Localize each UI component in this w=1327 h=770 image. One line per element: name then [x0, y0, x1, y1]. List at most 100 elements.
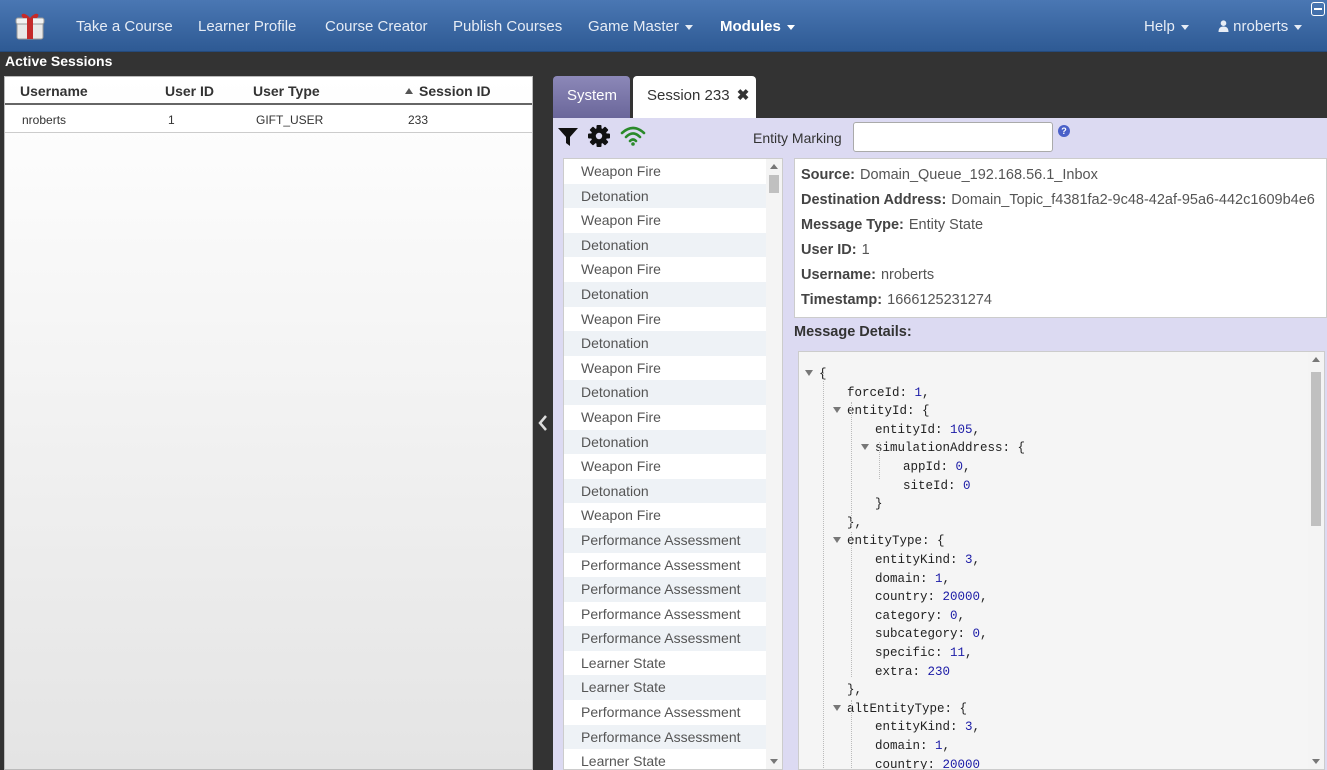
json-line: siteId: 0: [903, 477, 971, 496]
list-item[interactable]: Detonation: [564, 380, 766, 405]
info-destination: Destination Address: Domain_Topic_f4381fa…: [801, 192, 1315, 208]
list-item[interactable]: Weapon Fire: [564, 503, 766, 528]
nav-item-learner-profile[interactable]: Learner Profile: [198, 0, 296, 52]
json-scrollbar[interactable]: [1308, 352, 1324, 769]
scroll-thumb[interactable]: [1311, 372, 1321, 526]
scroll-down-icon[interactable]: [1312, 759, 1320, 764]
expand-toggle-icon[interactable]: [833, 407, 841, 414]
scroll-up-icon[interactable]: [1312, 357, 1320, 362]
json-value: 1: [935, 739, 943, 753]
json-key: category:: [875, 608, 951, 623]
nav-item-label: Take a Course: [76, 18, 173, 35]
list-item[interactable]: Detonation: [564, 232, 766, 258]
column-session-id[interactable]: Session ID: [405, 83, 491, 99]
json-punct: ,: [922, 385, 930, 400]
scroll-down-icon[interactable]: [770, 759, 778, 764]
entity-marking-input[interactable]: [853, 122, 1053, 152]
list-item[interactable]: Learner State: [564, 651, 766, 676]
gift-logo-icon[interactable]: [14, 9, 46, 41]
expand-toggle-icon[interactable]: [833, 537, 841, 544]
nav-item-label: Course Creator: [325, 18, 428, 35]
scroll-up-icon[interactable]: [770, 164, 778, 169]
nav-item-publish-courses[interactable]: Publish Courses: [453, 0, 562, 52]
nav-item-modules[interactable]: Modules: [720, 0, 795, 52]
list-item[interactable]: Performance Assessment: [564, 700, 766, 725]
list-item[interactable]: Weapon Fire: [564, 307, 766, 332]
nav-item-label: Publish Courses: [453, 18, 563, 35]
json-line[interactable]: entityId: {: [833, 402, 930, 421]
help-icon[interactable]: ?: [1058, 125, 1070, 137]
list-item[interactable]: Detonation: [564, 331, 766, 356]
chevron-left-icon[interactable]: [538, 414, 548, 432]
json-line[interactable]: altEntityType: {: [833, 700, 967, 719]
column-username[interactable]: Username: [20, 83, 88, 99]
json-value: 1: [935, 571, 943, 586]
expand-toggle-icon[interactable]: [805, 370, 813, 376]
json-key: entityId: {: [847, 404, 930, 419]
list-item[interactable]: Performance Assessment: [564, 577, 766, 602]
list-item[interactable]: Weapon Fire: [564, 208, 766, 233]
tab-system[interactable]: System: [553, 76, 630, 118]
list-item[interactable]: Performance Assessment: [564, 553, 766, 578]
json-value: 0: [955, 460, 964, 474]
table-row[interactable]: nroberts 1 GIFT_USER 233: [5, 107, 532, 133]
column-user-type[interactable]: User Type: [253, 83, 320, 99]
collapse-navbar-button[interactable]: [1311, 2, 1325, 16]
help-menu[interactable]: Help: [1144, 0, 1189, 52]
json-line: },: [847, 681, 862, 700]
list-item[interactable]: Weapon Fire: [564, 356, 766, 381]
json-value: 105: [950, 422, 973, 437]
list-item[interactable]: Performance Assessment: [564, 626, 766, 651]
list-item[interactable]: Performance Assessment: [564, 724, 766, 750]
json-key: country:: [875, 757, 943, 770]
list-item[interactable]: Weapon Fire: [564, 257, 766, 282]
list-item[interactable]: Weapon Fire: [564, 405, 766, 430]
list-item[interactable]: Weapon Fire: [564, 159, 766, 184]
expand-toggle-icon[interactable]: [833, 704, 841, 711]
user-menu[interactable]: nroberts: [1218, 0, 1303, 52]
nav-item-course-creator[interactable]: Course Creator: [325, 0, 428, 52]
json-key: entityKind:: [875, 553, 966, 567]
signal-icon[interactable]: [619, 124, 647, 148]
json-punct: ,: [980, 590, 988, 605]
list-item[interactable]: Learner State: [564, 749, 766, 769]
json-key: subcategory:: [875, 627, 973, 642]
json-key: domain:: [875, 739, 936, 753]
list-item[interactable]: Detonation: [564, 183, 766, 209]
json-key: },: [847, 683, 863, 698]
expand-toggle-icon[interactable]: [861, 444, 869, 451]
active-sessions-grid: Username User ID User Type Session ID nr…: [4, 76, 533, 770]
list-item[interactable]: Learner State: [564, 675, 766, 701]
json-line: domain: 1,: [875, 737, 950, 756]
list-item[interactable]: Performance Assessment: [564, 602, 766, 627]
json-key: domain:: [875, 571, 936, 586]
list-item[interactable]: Performance Assessment: [564, 527, 766, 553]
column-user-id[interactable]: User ID: [165, 83, 214, 99]
close-tab-icon[interactable]: ✖: [737, 87, 750, 104]
list-item[interactable]: Weapon Fire: [564, 454, 766, 479]
json-line: entityKind: 3,: [875, 551, 980, 570]
nav-item-take-a-course[interactable]: Take a Course: [76, 0, 173, 52]
json-value: 3: [965, 720, 973, 735]
list-item[interactable]: Detonation: [564, 429, 766, 455]
list-item[interactable]: Detonation: [564, 478, 766, 504]
json-line[interactable]: simulationAddress: {: [861, 439, 1025, 458]
tab-session[interactable]: Session 233 ✖: [633, 76, 756, 118]
message-list-scrollbar[interactable]: [766, 159, 782, 769]
json-key: altEntityType: {: [847, 701, 968, 716]
json-key: },: [847, 515, 863, 530]
list-item[interactable]: Detonation: [564, 281, 766, 307]
message-header-info: Source: Domain_Queue_192.168.56.1_Inbox D…: [794, 158, 1327, 318]
gear-icon[interactable]: [587, 124, 611, 148]
json-line: entityKind: 3,: [875, 718, 980, 737]
nav-item-game-master[interactable]: Game Master: [588, 0, 693, 52]
info-timestamp: Timestamp: 1666125231274: [801, 292, 992, 308]
json-line: domain: 1,: [875, 570, 950, 589]
json-line[interactable]: entityType: {: [833, 532, 945, 551]
filter-icon[interactable]: [557, 124, 579, 148]
scroll-thumb[interactable]: [769, 175, 779, 193]
info-message-type: Message Type: Entity State: [801, 217, 984, 233]
cell-user-type: GIFT_USER: [256, 113, 324, 127]
json-line: country: 20000,: [875, 588, 988, 607]
json-punct: ,: [942, 571, 951, 586]
